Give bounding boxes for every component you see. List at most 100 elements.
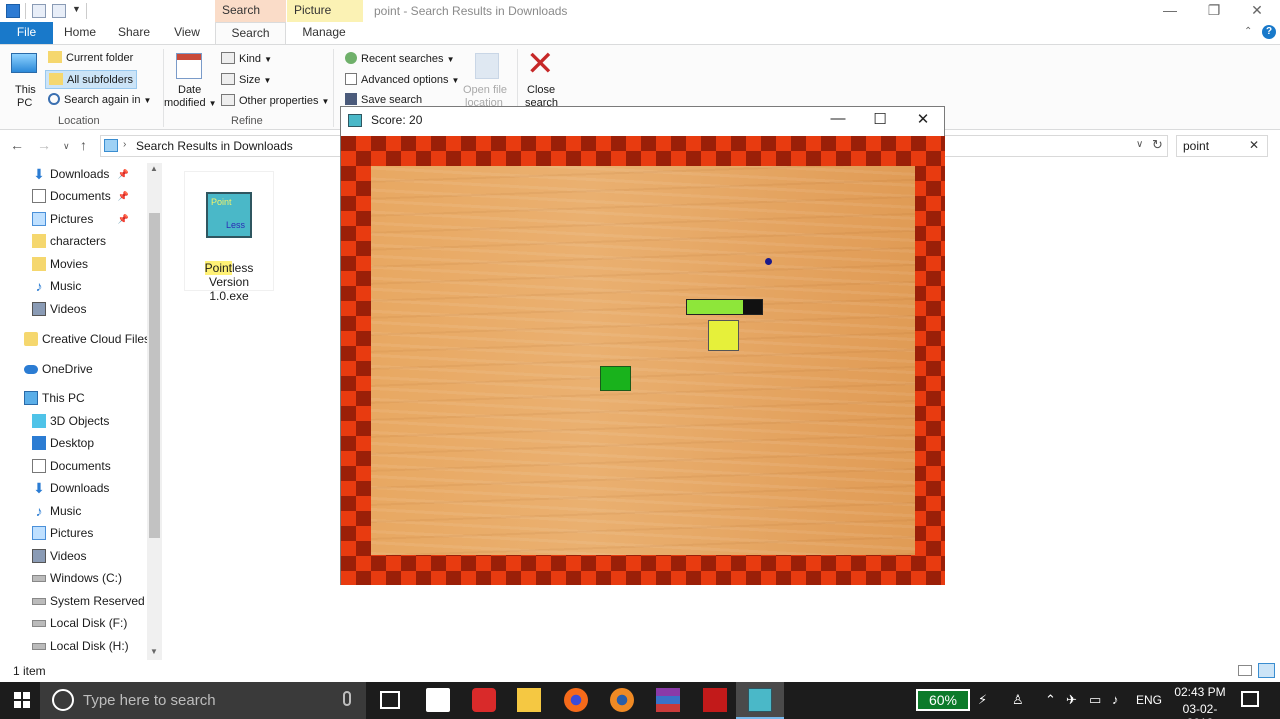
sidebar-item[interactable]: This PC	[0, 387, 147, 409]
recent-searches-button[interactable]: Recent searches ▼	[345, 52, 455, 65]
game-minimize-button[interactable]: —	[823, 110, 853, 132]
sidebar-item[interactable]: Pictures	[0, 522, 147, 544]
acrobat-icon[interactable]	[703, 688, 727, 712]
address-dropdown-chevron-icon[interactable]: ∨	[1136, 139, 1143, 150]
sidebar-item[interactable]: characters	[0, 230, 147, 252]
tab-home[interactable]: Home	[61, 22, 99, 44]
advanced-options-icon	[345, 73, 357, 85]
search-again-in-button[interactable]: Search again in ▼	[48, 93, 151, 106]
network-icon[interactable]: ✈	[1066, 692, 1077, 708]
search-input-value: point	[1183, 139, 1210, 153]
nav-scrollbar-thumb[interactable]	[149, 213, 160, 538]
recent-searches-icon	[345, 52, 357, 64]
minimize-button[interactable]: —	[1147, 0, 1193, 22]
current-folder-button[interactable]: Current folder	[48, 51, 133, 64]
tab-search[interactable]: Search	[215, 22, 286, 45]
microphone-icon[interactable]	[343, 691, 351, 706]
projectile	[765, 258, 772, 265]
sidebar-item[interactable]: Local Disk (H:)	[0, 635, 147, 657]
sidebar-item[interactable]: Documents	[0, 455, 147, 477]
game-close-button[interactable]: ✕	[908, 110, 938, 132]
other-properties-button[interactable]: Other properties ▼	[221, 94, 329, 107]
videos-icon	[32, 549, 46, 563]
large-icons-view-icon[interactable]	[1258, 663, 1275, 678]
close-search-icon[interactable]: ✕	[526, 47, 555, 81]
sidebar-item[interactable]: ♪ Music	[0, 500, 147, 522]
kind-button[interactable]: Kind ▼	[221, 52, 272, 65]
game-maximize-button[interactable]: ☐	[865, 110, 895, 132]
sidebar-item[interactable]: Local Disk (F:)	[0, 612, 147, 634]
group-label-refine: Refine	[231, 115, 263, 127]
sidebar-item[interactable]: 3D Objects	[0, 410, 147, 432]
show-hidden-icons-chevron-icon[interactable]: ⌃	[1045, 692, 1056, 708]
sidebar-item[interactable]: Desktop	[0, 432, 147, 454]
save-search-button[interactable]: Save search	[345, 93, 422, 106]
chevron-down-icon: ▼	[321, 97, 330, 106]
clock-date[interactable]: 03-02-2018	[1170, 702, 1230, 719]
tab-view[interactable]: View	[168, 22, 206, 44]
download-manager-icon[interactable]	[472, 688, 496, 712]
breadcrumb-chevron-icon[interactable]: ›	[123, 139, 126, 150]
scroll-up-icon[interactable]: ▲	[150, 164, 158, 173]
battery-indicator[interactable]: 60%	[916, 689, 970, 711]
properties-icon[interactable]	[32, 4, 46, 18]
all-subfolders-button[interactable]: All subfolders	[45, 70, 138, 89]
sidebar-item-label: Pictures	[50, 526, 94, 540]
date-modified-button[interactable]: modified ▼	[164, 97, 217, 109]
sidebar-item[interactable]: Creative Cloud Files	[0, 328, 150, 350]
mail-icon[interactable]	[426, 688, 450, 712]
sidebar-item[interactable]: ⬇ Downloads	[0, 477, 147, 499]
maximize-button[interactable]: ❐	[1191, 0, 1237, 22]
clear-search-icon[interactable]: ✕	[1249, 138, 1259, 152]
collapse-ribbon-chevron-icon[interactable]: ⌃	[1244, 26, 1252, 37]
forward-arrow-icon[interactable]: →	[37, 137, 51, 153]
sidebar-item[interactable]: Movies	[0, 253, 147, 275]
new-folder-icon[interactable]	[52, 4, 66, 18]
tab-file[interactable]: File	[0, 22, 53, 44]
this-pc-button[interactable]	[8, 51, 40, 81]
volume-icon[interactable]: ♪	[1112, 692, 1119, 707]
sidebar-item[interactable]: Videos	[0, 545, 147, 567]
close-search-label-line1: Close	[527, 84, 556, 96]
refresh-icon[interactable]: ↻	[1152, 137, 1163, 153]
size-button[interactable]: Size ▼	[221, 73, 271, 86]
this-pc-label-line2: PC	[17, 97, 33, 109]
winrar-icon[interactable]	[656, 688, 680, 712]
sidebar-item[interactable]: System Reserved (D	[0, 590, 161, 612]
clock-time[interactable]: 02:43 PM	[1170, 685, 1230, 699]
game-title-score: Score: 20	[371, 113, 423, 127]
sidebar-item-label: Documents	[50, 459, 111, 473]
calendar-icon[interactable]	[176, 53, 202, 79]
tab-manage[interactable]: Manage	[295, 22, 353, 44]
close-window-button[interactable]: ✕	[1234, 0, 1280, 22]
windows-start-icon[interactable]	[14, 692, 30, 708]
blender-icon[interactable]	[610, 688, 634, 712]
back-arrow-icon[interactable]: ←	[10, 137, 24, 153]
file-explorer-icon[interactable]	[517, 688, 541, 712]
tab-share[interactable]: Share	[114, 22, 154, 44]
sidebar-item[interactable]: Windows (C:)	[0, 567, 147, 589]
help-icon[interactable]: ?	[1262, 25, 1276, 39]
sidebar-item[interactable]: ⬇ Downloads 📌	[0, 163, 147, 185]
game-window: Score: 20 — ☐ ✕	[340, 106, 945, 585]
battery-icon[interactable]: ▭	[1089, 692, 1101, 708]
search-icon	[48, 93, 60, 105]
sidebar-item[interactable]: OneDrive	[0, 358, 147, 380]
recent-locations-chevron-icon[interactable]: ∨	[63, 141, 70, 152]
sidebar-item[interactable]: Videos	[0, 298, 147, 320]
sidebar-item[interactable]: Documents 📌	[0, 185, 147, 207]
action-center-icon[interactable]	[1241, 691, 1259, 707]
details-view-icon[interactable]	[1238, 665, 1252, 676]
people-icon[interactable]: ♙	[1012, 692, 1024, 708]
advanced-options-button[interactable]: Advanced options ▼	[345, 73, 459, 86]
customize-qat-chevron-icon[interactable]: ▼	[72, 4, 81, 14]
power-icon[interactable]: ⚡	[978, 692, 987, 708]
firefox-icon[interactable]	[564, 688, 588, 712]
up-arrow-icon[interactable]: ↑	[80, 137, 87, 153]
scroll-down-icon[interactable]: ▼	[150, 647, 158, 656]
task-view-icon[interactable]	[380, 691, 400, 709]
taskbar-active-app[interactable]	[736, 682, 784, 719]
sidebar-item[interactable]: Pictures 📌	[0, 208, 147, 230]
sidebar-item[interactable]: ♪ Music	[0, 275, 147, 297]
language-indicator[interactable]: ENG	[1136, 693, 1162, 707]
